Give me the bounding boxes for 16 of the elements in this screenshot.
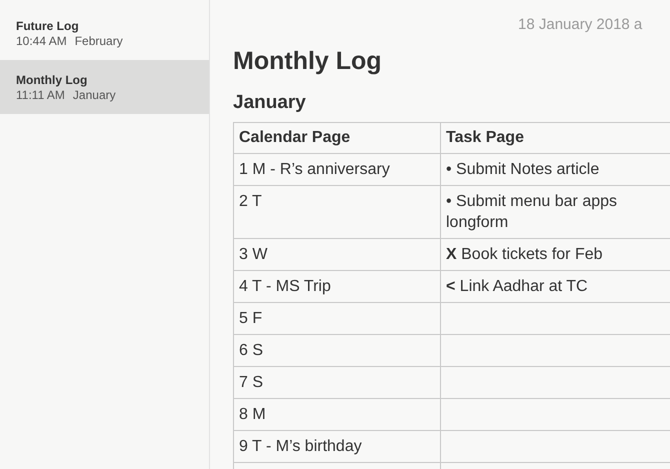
table-cell: 3 W xyxy=(234,238,440,270)
table-cell: 4 T - MS Trip xyxy=(234,270,440,302)
column-header: Calendar Page xyxy=(234,122,440,154)
table-cell: 7 S xyxy=(234,366,440,398)
note-date: 18 January 2018 a xyxy=(518,14,642,34)
section-heading: January xyxy=(233,92,306,112)
table-cell: 2 T xyxy=(234,186,440,238)
table-cell: 6 S xyxy=(234,334,440,366)
table-cell: 9 T - M’s birthday xyxy=(234,430,440,462)
note-list-item[interactable]: Future Log 10:44 AM February xyxy=(0,6,209,60)
note-list-item[interactable]: Monthly Log 11:11 AM January xyxy=(0,60,209,114)
table-cell: 8 M xyxy=(234,398,440,430)
table-cell: 5 F xyxy=(234,302,440,334)
note-title: Monthly Log xyxy=(233,47,382,75)
column-header: Task Page xyxy=(440,122,670,154)
table-cell: 1 M - R’s anniversary xyxy=(234,154,440,186)
